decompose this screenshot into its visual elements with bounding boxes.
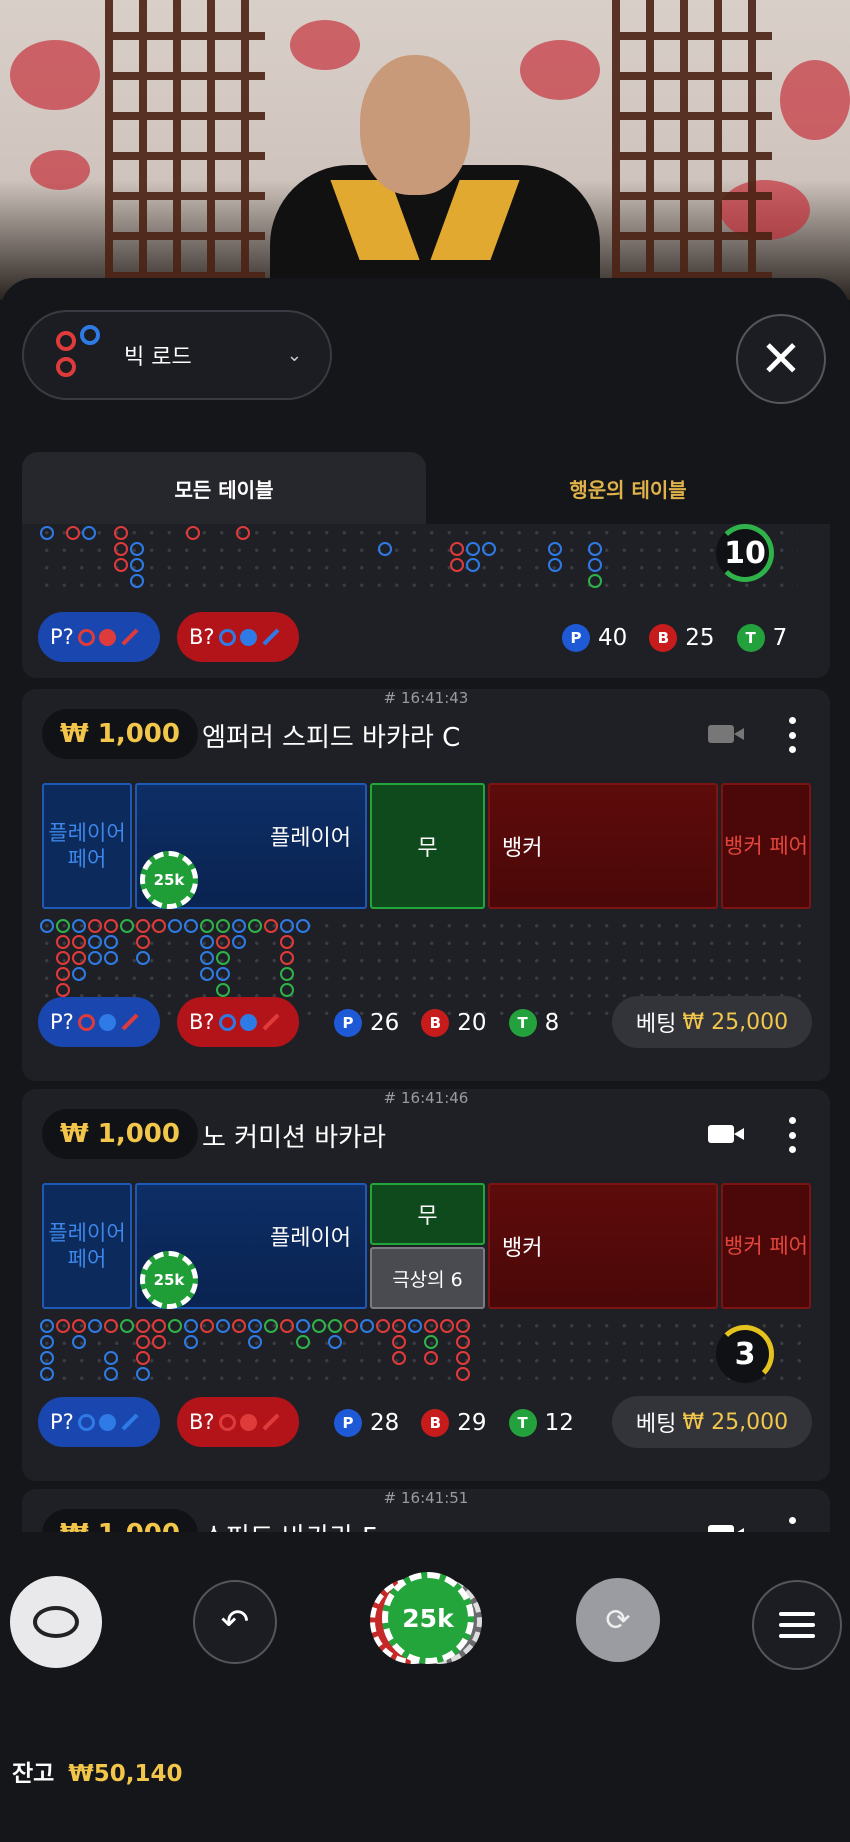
- menu-button[interactable]: [752, 1580, 842, 1670]
- road-view-selector[interactable]: 빅 로드 ⌄: [22, 310, 332, 400]
- placed-chip: 25k: [140, 851, 198, 909]
- chat-button[interactable]: [10, 1576, 102, 1668]
- bet-banker-pair[interactable]: 뱅커 페어: [721, 783, 811, 909]
- countdown-timer: 3: [716, 1325, 774, 1383]
- countdown-timer: 10: [716, 524, 774, 582]
- round-id: # 16:41:51: [383, 1489, 469, 1507]
- bet-total: 베팅 ₩ 25,000: [612, 1396, 812, 1448]
- tie-badge: T: [736, 624, 765, 652]
- undo-button[interactable]: ↶: [193, 1580, 277, 1664]
- table-tabs: 모든 테이블 행운의 테이블: [22, 452, 830, 524]
- predict-banker-label: B?: [189, 625, 215, 649]
- bet-banker-pair[interactable]: 뱅커 페어: [721, 1183, 811, 1309]
- tie-badge: T: [508, 1409, 537, 1437]
- table-limit: ₩ 1,000: [42, 709, 198, 759]
- balance-label: 잔고: [12, 1761, 55, 1787]
- banker-badge: B: [421, 1409, 450, 1437]
- player-badge: P: [334, 1009, 362, 1037]
- big-road: [38, 1317, 814, 1389]
- more-options-icon[interactable]: [782, 1117, 802, 1153]
- predict-banker-label: B?: [189, 1010, 215, 1034]
- bottom-controls: ↶ 25k ⟳ 잔고 ₩50,140: [0, 1532, 850, 1842]
- video-camera-icon[interactable]: [708, 1125, 744, 1143]
- chip-selector[interactable]: 25k: [370, 1570, 482, 1670]
- banker-count: 25: [685, 625, 715, 651]
- road-view-label: 빅 로드: [124, 345, 192, 370]
- tie-count: 7: [772, 625, 788, 651]
- video-camera-icon[interactable]: [708, 725, 744, 743]
- predict-player-label: P?: [50, 1410, 74, 1434]
- bet-total-amount: ₩ 25,000: [682, 1009, 789, 1035]
- bet-player-pair[interactable]: 플레이어 페어: [42, 1183, 132, 1309]
- player-count: 28: [370, 1410, 400, 1436]
- table-card[interactable]: # 16:41:46 ₩ 1,000 노 커미션 바카라 플레이어 페어 플레이…: [22, 1089, 830, 1481]
- shoe-stats: P 40 B 25 T7: [562, 624, 801, 652]
- bet-player-pair[interactable]: 플레이어 페어: [42, 783, 132, 909]
- undo-icon: ↶: [220, 1602, 250, 1642]
- bet-banker[interactable]: 뱅커: [488, 1183, 718, 1309]
- player-badge: P: [562, 624, 590, 652]
- autoplay-button[interactable]: ⟳: [576, 1578, 660, 1662]
- predict-banker-button[interactable]: B?: [177, 997, 299, 1047]
- tie-count: 8: [544, 1010, 560, 1036]
- chevron-down-icon: ⌄: [286, 344, 302, 366]
- chat-icon: [33, 1606, 79, 1638]
- predict-player-label: P?: [50, 625, 74, 649]
- bet-total-label: 베팅: [635, 1412, 677, 1437]
- bet-banker[interactable]: 뱅커: [488, 783, 718, 909]
- predict-banker-button[interactable]: B?: [177, 612, 299, 662]
- big-road-icon: [52, 325, 112, 385]
- player-count: 26: [370, 1010, 400, 1036]
- round-id: # 16:41:46: [383, 1089, 469, 1107]
- predict-player-button[interactable]: P?: [38, 1397, 160, 1447]
- dealer-video: [0, 0, 850, 300]
- predict-player-button[interactable]: P?: [38, 612, 160, 662]
- big-road: [38, 524, 798, 594]
- banker-count: 20: [457, 1010, 487, 1036]
- table-card[interactable]: # 16:41:43 ₩ 1,000 엠퍼러 스피드 바카라 C 플레이어 페어…: [22, 689, 830, 1081]
- player-badge: P: [334, 1409, 362, 1437]
- banker-badge: B: [649, 624, 678, 652]
- predict-player-label: P?: [50, 1010, 74, 1034]
- table-name: 엠퍼러 스피드 바카라 C: [202, 723, 461, 753]
- placed-chip: 25k: [140, 1251, 198, 1309]
- balance-amount: ₩50,140: [68, 1761, 183, 1787]
- table-card-partial[interactable]: 10 P? B? P 40 B 25 T7: [22, 524, 830, 678]
- banker-count: 29: [457, 1410, 487, 1436]
- predict-player-button[interactable]: P?: [38, 997, 160, 1047]
- close-button[interactable]: ✕: [736, 314, 826, 404]
- tie-count: 12: [544, 1410, 574, 1436]
- selected-chip: 25k: [382, 1572, 474, 1664]
- banker-badge: B: [421, 1009, 450, 1037]
- table-name: 노 커미션 바카라: [202, 1123, 386, 1153]
- player-count: 40: [598, 625, 628, 651]
- tab-lucky-tables[interactable]: 행운의 테이블: [426, 452, 830, 524]
- round-id: # 16:41:43: [383, 689, 469, 707]
- bet-tie[interactable]: 무: [370, 783, 485, 909]
- close-icon: ✕: [760, 330, 802, 388]
- predict-banker-button[interactable]: B?: [177, 1397, 299, 1447]
- table-limit: ₩ 1,000: [42, 1109, 198, 1159]
- shoe-stats: P 28 B 29 T 12: [334, 1409, 588, 1437]
- bet-lucky-six[interactable]: 극상의 6: [370, 1247, 485, 1309]
- more-options-icon[interactable]: [782, 717, 802, 753]
- balance: 잔고 ₩50,140: [12, 1754, 182, 1788]
- bet-total-label: 베팅: [635, 1012, 677, 1037]
- autoplay-icon: ⟳: [605, 1602, 631, 1638]
- tie-badge: T: [508, 1009, 537, 1037]
- shoe-stats: P 26 B 20 T8: [334, 1009, 573, 1037]
- tab-all-tables[interactable]: 모든 테이블: [22, 452, 426, 524]
- bet-total-amount: ₩ 25,000: [682, 1409, 789, 1435]
- predict-banker-label: B?: [189, 1410, 215, 1434]
- bet-tie[interactable]: 무: [370, 1183, 485, 1245]
- bet-total: 베팅 ₩ 25,000: [612, 996, 812, 1048]
